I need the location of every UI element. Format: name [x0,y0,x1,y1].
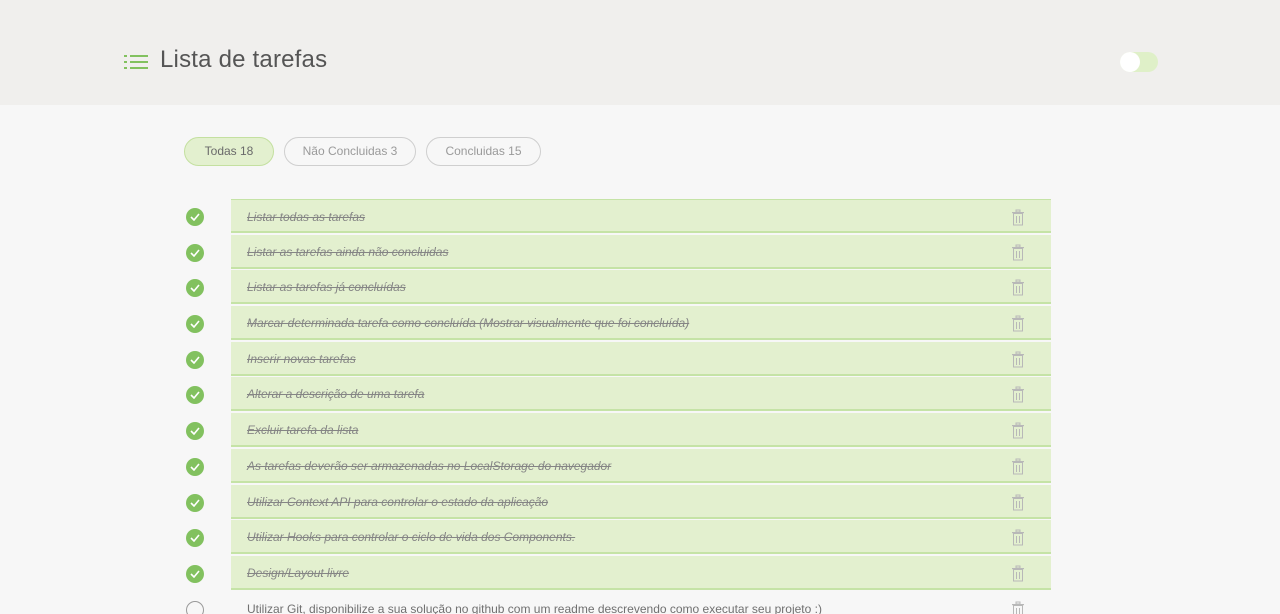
check-icon[interactable] [186,279,204,298]
task-box: Listar as tarefas já concluídas [231,270,1051,305]
task-item: Utilizar Git, disponibilize a sua soluçã… [184,592,1052,614]
trash-icon[interactable] [1011,601,1025,614]
app-header: Lista de tarefas [0,0,1280,105]
task-description[interactable]: Utilizar Context API para controlar o es… [247,495,548,509]
task-item: Utilizar Context API para controlar o es… [184,484,1052,521]
check-icon[interactable] [186,315,204,334]
filter-all-button[interactable]: Todas 18 [184,137,274,166]
task-item: Listar as tarefas já concluídas [184,270,1052,306]
task-item: Utilizar Hooks para controlar o ciclo de… [184,520,1052,556]
trash-icon[interactable] [1011,529,1025,546]
theme-toggle[interactable] [1120,52,1158,72]
task-item: Excluir tarefa da lista [184,413,1052,449]
task-box: Listar as tarefas ainda não concluidas [231,234,1051,269]
check-icon[interactable] [186,564,204,583]
task-box: Utilizar Hooks para controlar o ciclo de… [231,520,1051,555]
trash-icon[interactable] [1011,315,1025,332]
task-item: Inserir novas tarefas [184,341,1052,378]
task-description[interactable]: Listar as tarefas ainda não concluidas [247,245,448,259]
check-icon[interactable] [186,243,204,262]
task-description[interactable]: As tarefas deverão ser armazenadas no Lo… [247,459,611,473]
check-icon[interactable] [186,208,204,226]
trash-icon[interactable] [1011,422,1025,439]
check-icon[interactable] [186,457,204,476]
task-item: Alterar a descrição de uma tarefa [184,377,1052,413]
trash-icon[interactable] [1011,458,1025,475]
check-icon[interactable] [186,529,204,548]
task-list: Listar todas as tarefas Listar as tarefa… [184,199,1052,614]
check-icon[interactable] [186,350,204,369]
filter-pending-button[interactable]: Não Concluidas 3 [284,137,416,166]
toggle-knob[interactable] [1120,52,1140,72]
empty-circle-icon[interactable] [186,600,204,614]
task-item: Listar todas as tarefas [184,199,1052,235]
trash-icon[interactable] [1011,279,1025,296]
check-icon[interactable] [186,422,204,441]
task-description[interactable]: Listar todas as tarefas [247,210,365,224]
task-box: Marcar determinada tarefa como concluída… [231,306,1051,341]
task-description[interactable]: Listar as tarefas já concluídas [247,280,406,294]
task-box: Utilizar Git, disponibilize a sua soluçã… [231,592,1051,614]
check-icon[interactable] [186,386,204,405]
task-description[interactable]: Alterar a descrição de uma tarefa [247,387,424,401]
task-item: Design/Layout livre [184,555,1052,592]
task-description[interactable]: Design/Layout livre [247,566,349,580]
trash-icon[interactable] [1011,565,1025,582]
task-item: Marcar determinada tarefa como concluída… [184,306,1052,342]
task-box: Inserir novas tarefas [231,341,1051,376]
task-description[interactable]: Utilizar Hooks para controlar o ciclo de… [247,530,575,544]
trash-icon[interactable] [1011,244,1025,261]
task-box: As tarefas deverão ser armazenadas no Lo… [231,448,1051,483]
task-description[interactable]: Excluir tarefa da lista [247,423,358,437]
trash-icon[interactable] [1011,494,1025,511]
page-title: Lista de tarefas [160,46,328,73]
filter-done-button[interactable]: Concluidas 15 [426,137,541,166]
task-box: Listar todas as tarefas [231,199,1051,233]
task-description[interactable]: Marcar determinada tarefa como concluída… [247,316,689,330]
trash-icon[interactable] [1011,209,1025,226]
task-item: Listar as tarefas ainda não concluidas [184,234,1052,271]
task-box: Design/Layout livre [231,555,1051,590]
task-box: Excluir tarefa da lista [231,413,1051,448]
trash-icon[interactable] [1011,351,1025,368]
list-icon [124,55,148,69]
task-description[interactable]: Utilizar Git, disponibilize a sua soluçã… [247,602,822,614]
task-item: As tarefas deverão ser armazenadas no Lo… [184,448,1052,485]
check-icon[interactable] [186,493,204,512]
task-box: Alterar a descrição de uma tarefa [231,377,1051,412]
task-box: Utilizar Context API para controlar o es… [231,484,1051,519]
task-description[interactable]: Inserir novas tarefas [247,352,356,366]
trash-icon[interactable] [1011,386,1025,403]
